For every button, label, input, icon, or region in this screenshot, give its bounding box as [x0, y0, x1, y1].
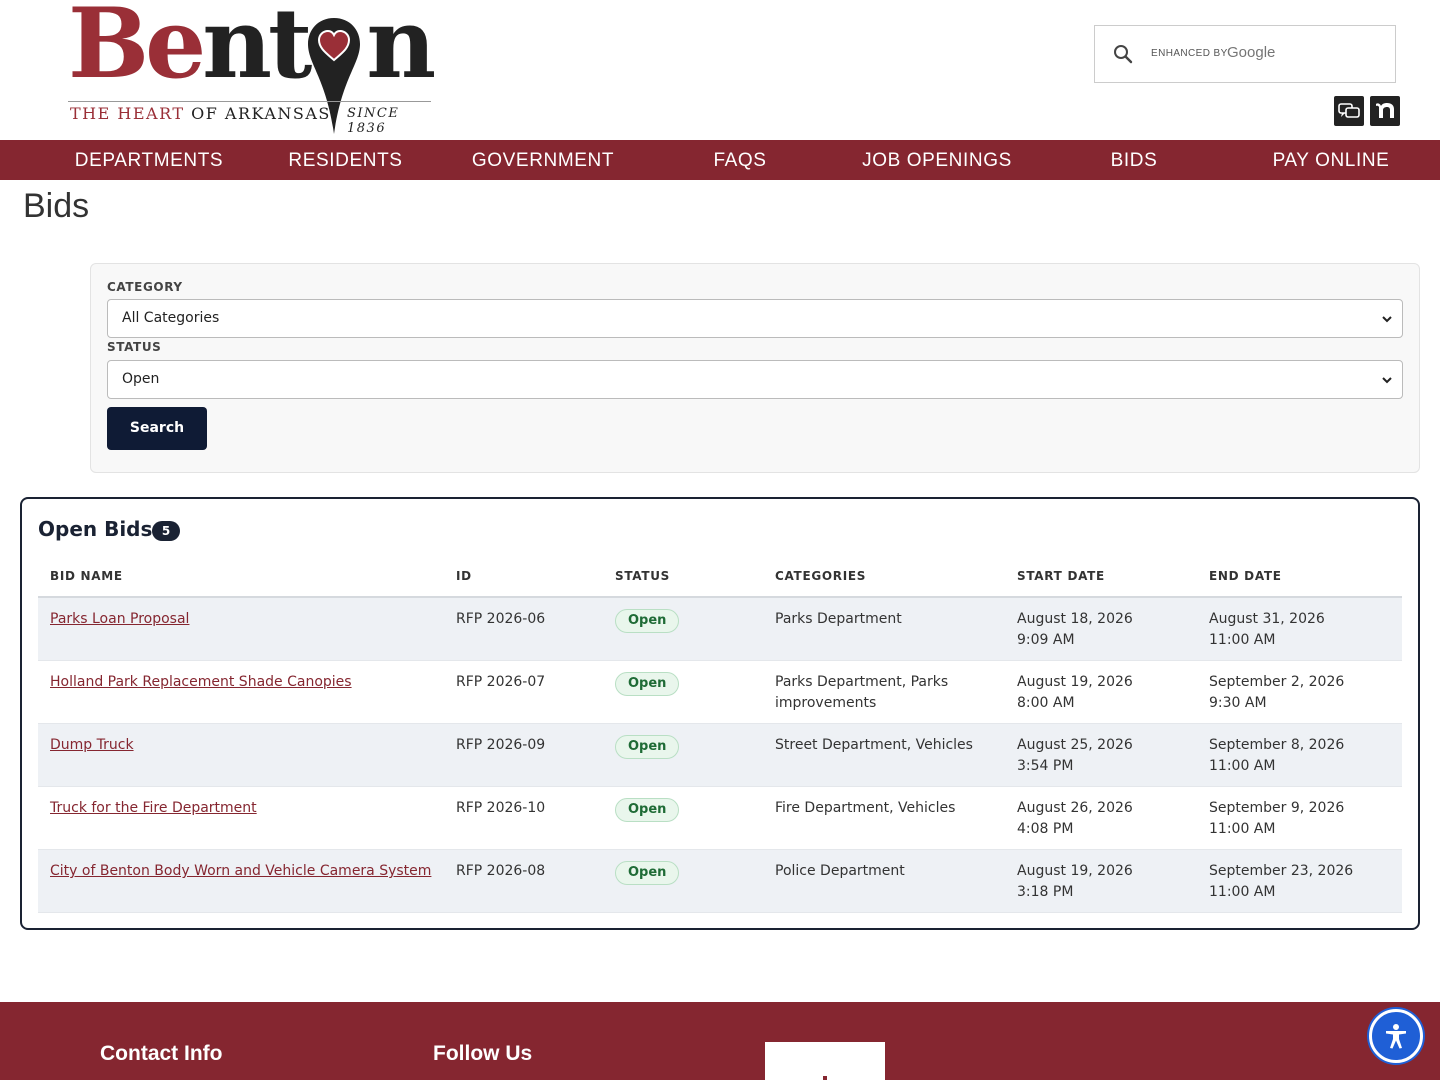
- nav-pay-online[interactable]: PAY ONLINE: [1250, 140, 1412, 180]
- bid-end-date: August 31, 2026 11:00 AM: [1209, 611, 1325, 648]
- status-badge: Open: [615, 735, 680, 759]
- accessibility-button[interactable]: [1369, 1009, 1423, 1063]
- bid-filter-panel: CATEGORY All Categories STATUS Open Sear…: [90, 263, 1420, 473]
- google-label: Google: [1227, 44, 1276, 61]
- table-row: Truck for the Fire Department RFP 2026-1…: [38, 787, 1402, 850]
- site-header: Bent n THE HEART OF ARKANSAS SINCE 1836 E…: [0, 0, 1440, 140]
- accessibility-icon: [1386, 1024, 1406, 1049]
- bid-categories: Parks Department: [775, 611, 902, 627]
- nav-government[interactable]: GOVERNMENT: [455, 140, 631, 180]
- bid-end-date: September 8, 2026 11:00 AM: [1209, 737, 1345, 774]
- contact-info-heading: Contact Info: [100, 1042, 223, 1065]
- bid-start-date: August 18, 2026 9:09 AM: [1017, 611, 1133, 648]
- search-icon[interactable]: [1113, 44, 1133, 64]
- status-badge: Open: [615, 609, 680, 633]
- open-bids-heading: Open Bids: [38, 517, 153, 541]
- bid-categories: Police Department: [775, 863, 905, 879]
- enhanced-by-label: ENHANCED BY: [1151, 48, 1228, 59]
- table-row: City of Benton Body Worn and Vehicle Cam…: [38, 850, 1402, 913]
- nav-residents[interactable]: RESIDENTS: [268, 140, 423, 180]
- bid-end-date: September 2, 2026 9:30 AM: [1209, 674, 1345, 711]
- status-select[interactable]: Open: [107, 360, 1403, 399]
- bid-categories: Fire Department, Vehicles: [775, 800, 956, 816]
- status-badge: Open: [615, 672, 680, 696]
- search-button[interactable]: Search: [107, 407, 207, 450]
- nav-bids[interactable]: BIDS: [1090, 140, 1178, 180]
- bid-start-date: August 19, 2026 8:00 AM: [1017, 674, 1133, 711]
- logo-since: SINCE 1836: [347, 106, 400, 136]
- column-header-status[interactable]: STATUS: [615, 569, 670, 583]
- bid-categories: Street Department, Vehicles: [775, 737, 973, 753]
- bid-id: RFP 2026-09: [456, 737, 546, 753]
- status-badge: Open: [615, 798, 680, 822]
- logo-tagline: THE HEART OF ARKANSAS: [70, 104, 331, 123]
- chevron-down-icon: [1382, 377, 1392, 384]
- bid-name-link[interactable]: Truck for the Fire Department: [50, 798, 257, 819]
- category-select[interactable]: All Categories: [107, 299, 1403, 338]
- bid-start-date: August 26, 2026 4:08 PM: [1017, 800, 1133, 837]
- follow-us-heading: Follow Us: [433, 1042, 533, 1065]
- bid-id: RFP 2026-07: [456, 674, 546, 690]
- logo-wordmark: Bent n: [68, 0, 436, 100]
- bid-start-date: August 25, 2026 3:54 PM: [1017, 737, 1133, 774]
- main-navigation: DEPARTMENTS RESIDENTS GOVERNMENT FAQS JO…: [0, 140, 1440, 180]
- site-footer: Contact Info Follow Us: [0, 1002, 1440, 1080]
- bid-id: RFP 2026-10: [456, 800, 546, 816]
- site-search-input[interactable]: ENHANCED BY Google: [1094, 25, 1396, 83]
- category-label: CATEGORY: [107, 280, 183, 294]
- status-label: STATUS: [107, 340, 162, 354]
- bid-name-link[interactable]: Parks Loan Proposal: [50, 609, 189, 630]
- bid-id: RFP 2026-08: [456, 863, 546, 879]
- table-row: Dump Truck RFP 2026-09 Open Street Depar…: [38, 724, 1402, 787]
- benton-logo[interactable]: Bent n THE HEART OF ARKANSAS SINCE 1836: [68, 0, 438, 136]
- logo-divider: [68, 101, 431, 102]
- nextdoor-icon[interactable]: [1370, 96, 1400, 126]
- status-badge: Open: [615, 861, 680, 885]
- chevron-down-icon: [1382, 316, 1392, 323]
- bid-id: RFP 2026-06: [456, 611, 546, 627]
- open-bids-card: Open Bids 5 BID NAME ID STATUS CATEGORIE…: [20, 497, 1420, 930]
- column-header-start-date[interactable]: START DATE: [1017, 569, 1105, 583]
- bid-end-date: September 23, 2026 11:00 AM: [1209, 863, 1354, 900]
- bid-categories: Parks Department, Parks improvements: [775, 674, 949, 711]
- table-row: Holland Park Replacement Shade Canopies …: [38, 661, 1402, 724]
- column-header-bid-name[interactable]: BID NAME: [50, 569, 123, 583]
- bid-start-date: August 19, 2026 3:18 PM: [1017, 863, 1133, 900]
- status-select-value: Open: [122, 371, 160, 387]
- bid-name-link[interactable]: Dump Truck: [50, 735, 134, 756]
- nav-faqs[interactable]: FAQS: [690, 140, 790, 180]
- footer-logo-icon: [823, 1076, 827, 1080]
- bid-end-date: September 9, 2026 11:00 AM: [1209, 800, 1345, 837]
- table-row: Parks Loan Proposal RFP 2026-06 Open Par…: [38, 598, 1402, 661]
- bid-count-badge: 5: [152, 521, 180, 541]
- category-select-value: All Categories: [122, 310, 220, 326]
- nav-departments[interactable]: DEPARTMENTS: [55, 140, 243, 180]
- column-header-categories[interactable]: CATEGORIES: [775, 569, 866, 583]
- chat-bubbles-icon[interactable]: [1334, 96, 1364, 126]
- nav-job-openings[interactable]: JOB OPENINGS: [843, 140, 1031, 180]
- bid-name-link[interactable]: Holland Park Replacement Shade Canopies: [50, 672, 352, 693]
- column-header-id[interactable]: ID: [456, 569, 472, 583]
- footer-logo-box: [765, 1042, 885, 1080]
- page-title: Bids: [23, 187, 90, 225]
- bid-name-link[interactable]: City of Benton Body Worn and Vehicle Cam…: [50, 861, 431, 882]
- column-header-end-date[interactable]: END DATE: [1209, 569, 1282, 583]
